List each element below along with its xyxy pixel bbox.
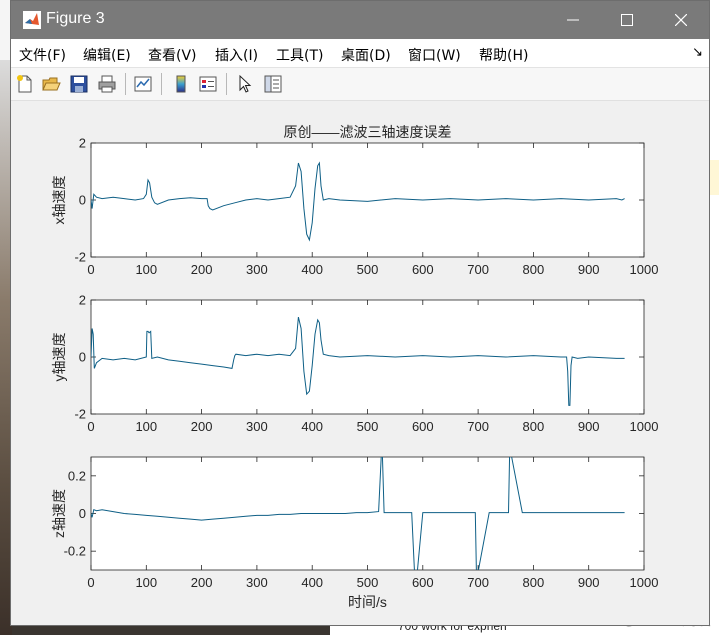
axes-frame [90, 142, 645, 258]
toolbar-separator [161, 73, 162, 95]
x-tick-label: 300 [246, 419, 268, 434]
x-tick-label: 900 [578, 419, 600, 434]
x-tick-label: 700 [467, 419, 489, 434]
x-tick-label: 200 [191, 419, 213, 434]
title-bar[interactable]: Figure 3 [11, 1, 709, 39]
x-axis-label: 时间/s [348, 594, 387, 610]
x-tick-label: 0 [87, 262, 94, 277]
x-tick-label: 700 [467, 262, 489, 277]
x-tick-label: 600 [412, 575, 434, 590]
x-tick-label: 900 [578, 575, 600, 590]
x-tick-label: 500 [357, 575, 379, 590]
x-tick-label: 1000 [630, 419, 659, 434]
print-icon[interactable] [97, 74, 117, 94]
x-tick-label: 400 [301, 262, 323, 277]
x-tick-label: 300 [246, 575, 268, 590]
window-title: Figure 3 [46, 10, 105, 27]
menu-window[interactable]: 窗口(W) [408, 45, 461, 65]
x-tick-label: 500 [357, 262, 379, 277]
x-tick-label: 0 [87, 575, 94, 590]
minimize-button[interactable] [546, 1, 600, 39]
x-tick-label: 100 [135, 262, 157, 277]
desktop-background-right [709, 0, 719, 635]
menu-insert[interactable]: 插入(I) [215, 45, 258, 65]
y-tick-label: 2 [79, 136, 86, 151]
property-editor-icon[interactable] [263, 74, 283, 94]
menu-tools[interactable]: 工具(T) [276, 45, 323, 65]
menu-edit[interactable]: 编辑(E) [83, 45, 131, 65]
legend-icon[interactable] [198, 74, 218, 94]
axes-1[interactable]: 0 100 200 300 400 500 600 700 800 900 100020-2x轴速度… [51, 124, 658, 277]
toolbar-separator [125, 73, 126, 95]
y-tick-label: 0 [79, 193, 86, 208]
x-tick-label: 200 [191, 575, 213, 590]
minimize-icon [567, 19, 579, 21]
new-figure-icon[interactable] [15, 74, 35, 94]
link-plot-icon[interactable] [133, 74, 153, 94]
x-tick-label: 400 [301, 575, 323, 590]
toolbar [11, 68, 709, 101]
close-icon [675, 14, 687, 26]
maximize-icon [621, 14, 633, 26]
menu-help[interactable]: 帮助(H) [479, 45, 528, 65]
x-tick-label: 100 [135, 575, 157, 590]
open-file-icon[interactable] [41, 74, 61, 94]
x-tick-label: 500 [357, 419, 379, 434]
y-tick-label: -2 [74, 407, 86, 422]
menu-bar: 文件(F) 编辑(E) 查看(V) 插入(I) 工具(T) 桌面(D) 窗口(W… [11, 39, 709, 68]
save-icon[interactable] [69, 74, 89, 94]
plots-svg: 0 100 200 300 400 500 600 700 800 900 100020-2x轴速度… [51, 124, 658, 610]
matlab-logo-icon [23, 11, 41, 29]
axes-3[interactable]: 0 100 200 300 400 500 600 700 800 900 1000 0.2 0 -0.2… [51, 455, 658, 610]
x-tick-label: 600 [412, 262, 434, 277]
y-tick-label: 0.2 [68, 468, 86, 483]
axes-frame [90, 456, 645, 571]
y-tick-label: 0 [79, 350, 86, 365]
colorbar-icon[interactable] [171, 74, 191, 94]
y-tick-label: -0.2 [64, 544, 86, 559]
y-axis-label: y轴速度 [51, 333, 67, 382]
x-tick-label: 300 [246, 262, 268, 277]
y-axis-label: x轴速度 [51, 176, 67, 225]
axes-2[interactable]: 0 100 200 300 400 500 600 700 800 900 100020-2y轴速度 [51, 293, 658, 435]
menu-file[interactable]: 文件(F) [19, 45, 66, 65]
x-tick-label: 700 [467, 575, 489, 590]
select-arrow-icon[interactable] [235, 74, 255, 94]
x-tick-label: 0 [87, 419, 94, 434]
x-tick-label: 600 [412, 419, 434, 434]
x-tick-label: 800 [523, 262, 545, 277]
x-tick-label: 100 [135, 419, 157, 434]
menu-view[interactable]: 查看(V) [148, 45, 197, 65]
figure-window: Figure 3 文件(F) 编辑(E) 查看(V) 插入(I) 工具(T) 桌… [10, 0, 710, 626]
x-tick-label: 900 [578, 262, 600, 277]
x-tick-label: 800 [523, 575, 545, 590]
x-tick-label: 800 [523, 419, 545, 434]
x-tick-label: 400 [301, 419, 323, 434]
y-tick-label: -2 [74, 250, 86, 265]
y-tick-label: 2 [79, 293, 86, 308]
figure-canvas: 0 100 200 300 400 500 600 700 800 900 1000 2 0 -2 x轴速度… [11, 101, 709, 625]
close-button[interactable] [654, 1, 708, 39]
x-tick-label: 1000 [630, 575, 659, 590]
toolbar-separator [226, 73, 227, 95]
menu-dock-arrow-icon[interactable]: ↘ [692, 45, 703, 60]
y-axis-label: z轴速度 [51, 489, 67, 538]
x-tick-label: 1000 [630, 262, 659, 277]
menu-desktop[interactable]: 桌面(D) [341, 45, 391, 65]
y-tick-label: 0 [79, 506, 86, 521]
x-tick-label: 200 [191, 262, 213, 277]
chart-title: 原创——滤波三轴速度误差 [284, 124, 452, 140]
maximize-button[interactable] [600, 1, 654, 39]
